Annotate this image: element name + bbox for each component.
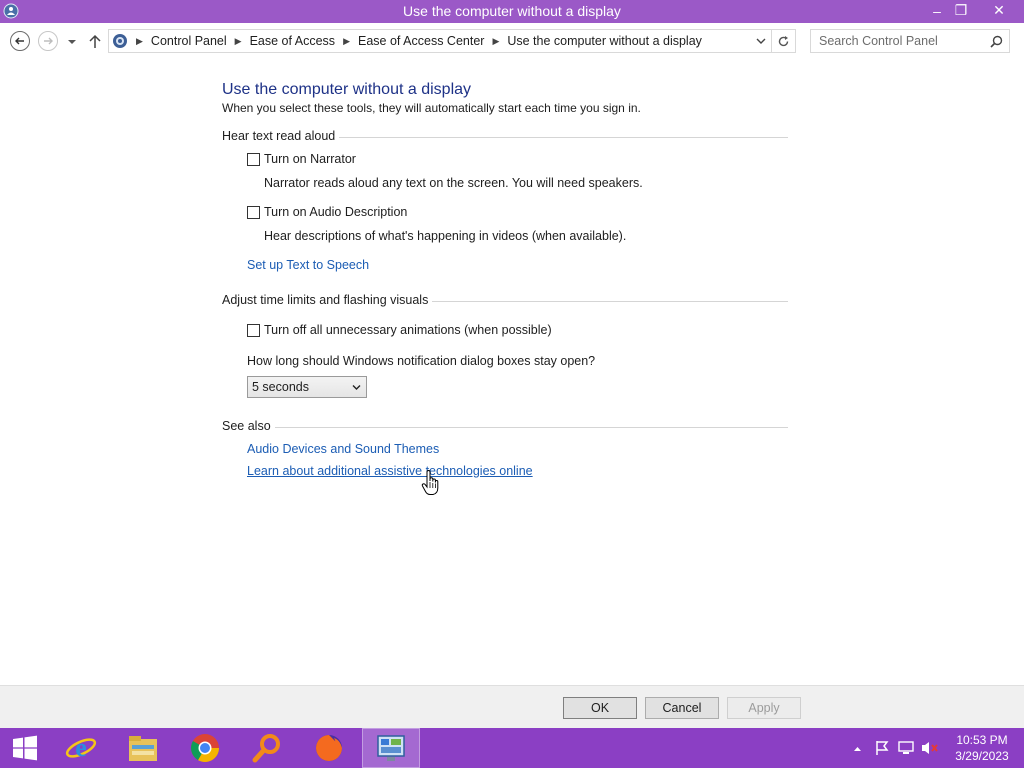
main-content: Use the computer without a display When … [0,59,1024,685]
dialog-button-bar: OK Cancel Apply [0,685,1024,728]
chrome-icon [191,734,219,762]
svg-text:e: e [75,733,87,762]
breadcrumb-separator-icon[interactable]: ▶ [343,36,350,47]
breadcrumb-ease-of-access-center[interactable]: Ease of Access Center [358,34,484,48]
search-app-icon [252,734,280,763]
arrow-left-icon [15,37,24,45]
recent-locations-chevron-down-icon[interactable] [66,37,78,47]
narrator-label[interactable]: Turn on Narrator [264,152,356,166]
network-icon [898,741,914,754]
section-divider [222,427,788,428]
up-arrow-icon[interactable] [88,33,102,49]
assistive-technologies-link[interactable]: Learn about additional assistive technol… [247,464,533,478]
animations-label[interactable]: Turn off all unnecessary animations (whe… [264,323,552,337]
taskbar: e 10:53 PM 3/29/2023 [0,728,1024,768]
clock-time: 10:53 PM [956,733,1008,747]
section-label-hear-text: Hear text read aloud [222,129,340,143]
taskbar-clock[interactable]: 10:53 PM 3/29/2023 [944,732,1020,764]
control-panel-icon [113,34,127,48]
breadcrumb-ease-of-access[interactable]: Ease of Access [250,34,335,48]
hand-cursor-icon [421,470,439,495]
address-history-chevron-down-icon[interactable] [755,35,767,47]
taskbar-internet-explorer[interactable]: e [52,728,110,768]
address-bar[interactable]: ▶ Control Panel ▶ Ease of Access ▶ Ease … [108,29,772,53]
chevron-up-icon [853,746,861,751]
checkbox-box[interactable] [247,323,260,337]
control-panel-icon [377,735,405,761]
firefox-icon [316,735,342,761]
search-box[interactable] [810,29,1010,53]
action-center-tray[interactable] [872,728,892,768]
checkbox-box[interactable] [247,152,260,166]
forward-button[interactable] [38,31,58,51]
volume-muted-icon [922,742,938,754]
refresh-icon [778,35,789,46]
start-button[interactable] [0,728,50,768]
windows-start-icon [13,735,37,761]
navigation-bar: ▶ Control Panel ▶ Ease of Access ▶ Ease … [0,23,1024,59]
audio-description-label[interactable]: Turn on Audio Description [264,205,407,219]
page-subtitle: When you select these tools, they will a… [222,101,641,115]
audio-description-checkbox[interactable]: Turn on Audio Description [247,205,407,219]
refresh-button[interactable] [772,29,796,53]
back-button[interactable] [10,31,30,51]
cancel-button[interactable]: Cancel [645,697,719,719]
audio-description-text: Hear descriptions of what's happening in… [264,229,627,243]
volume-tray[interactable] [920,728,940,768]
notification-duration-select[interactable]: 5 seconds [247,376,367,398]
ok-button[interactable]: OK [563,697,637,719]
narrator-description: Narrator reads aloud any text on the scr… [264,176,643,190]
checkbox-box[interactable] [247,205,260,219]
taskbar-chrome[interactable] [176,728,234,768]
notification-duration-value[interactable]: 5 seconds [252,380,309,394]
section-time-limits: Adjust time limits and flashing visuals [222,293,788,309]
breadcrumb-separator-icon: ▶ [136,35,143,46]
breadcrumb-control-panel[interactable]: Control Panel [151,34,227,48]
file-explorer-icon [129,736,157,761]
breadcrumb-current-page[interactable]: Use the computer without a display [507,34,702,48]
taskbar-file-explorer[interactable] [114,728,172,768]
animations-checkbox[interactable]: Turn off all unnecessary animations (whe… [247,323,552,337]
breadcrumb-separator-icon[interactable]: ▶ [235,36,242,47]
audio-devices-link[interactable]: Audio Devices and Sound Themes [247,442,439,456]
network-tray[interactable] [896,728,916,768]
clock-date: 3/29/2023 [955,749,1009,763]
window-title: Use the computer without a display [403,3,621,19]
show-hidden-icons-button[interactable] [850,728,864,768]
page-title: Use the computer without a display [222,81,472,98]
section-label-see-also: See also [222,419,275,433]
internet-explorer-icon: e [65,733,97,762]
title-bar: Use the computer without a display – ❐ ✕ [0,0,1024,23]
section-label-time-limits: Adjust time limits and flashing visuals [222,293,433,307]
section-see-also: See also [222,419,788,435]
breadcrumb-separator-icon[interactable]: ▶ [492,36,499,47]
taskbar-control-panel[interactable] [362,728,420,768]
taskbar-firefox[interactable] [300,728,358,768]
taskbar-search-app[interactable] [238,728,296,768]
set-up-tts-link[interactable]: Set up Text to Speech [247,258,369,272]
apply-button[interactable]: Apply [727,697,801,719]
close-button[interactable]: ✕ [978,0,1020,21]
arrow-right-icon [44,37,53,45]
chevron-down-icon[interactable] [352,383,361,392]
search-icon[interactable] [990,35,1003,48]
narrator-checkbox[interactable]: Turn on Narrator [247,152,356,166]
search-input[interactable] [811,30,987,52]
notification-duration-question: How long should Windows notification dia… [247,354,596,368]
maximize-button[interactable]: ❐ [946,0,976,21]
flag-icon [876,741,889,755]
section-hear-text: Hear text read aloud [222,129,788,145]
